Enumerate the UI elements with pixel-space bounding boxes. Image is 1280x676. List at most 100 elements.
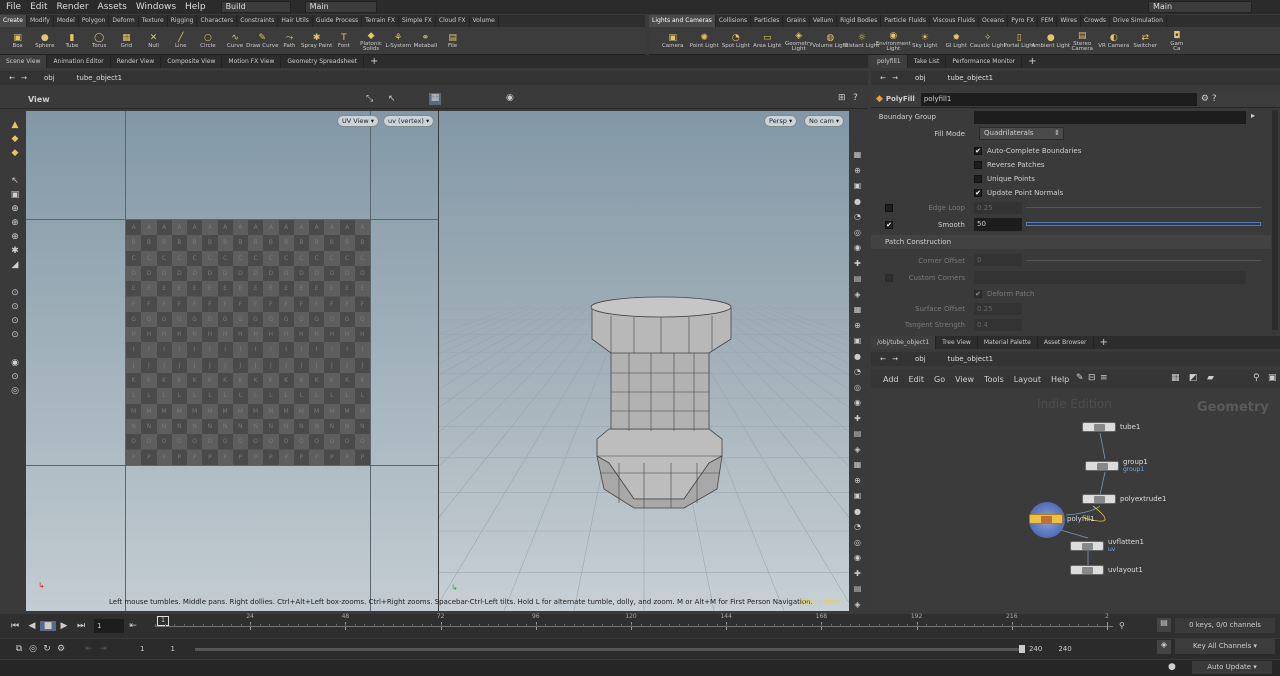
shelf-right-tab-2[interactable]: Particles — [751, 15, 784, 27]
keyframe-step-icon[interactable]: ⇤ — [126, 621, 140, 631]
viewport-tool-11-icon[interactable] — [8, 273, 22, 286]
corner-offset-slider[interactable] — [1026, 260, 1261, 261]
display-option-27-icon[interactable]: ✚ — [851, 567, 865, 583]
network-menu-view[interactable]: View — [955, 375, 974, 384]
shelf-right-tab-3[interactable]: Grains — [783, 15, 810, 27]
range-start-2[interactable]: 1 — [170, 645, 174, 653]
viewport-tool-1-icon[interactable]: ◆ — [8, 133, 22, 146]
spot-light-tool-button[interactable]: ◔ Spot Light — [720, 31, 752, 50]
tab-material-palette[interactable]: Material Palette — [978, 336, 1038, 349]
display-option-16-icon[interactable]: ◉ — [851, 396, 865, 412]
node-uvlayout1[interactable]: uvlayout1 — [1070, 565, 1143, 575]
shelf-right-tab-13[interactable]: Drive Simulation — [1110, 15, 1167, 27]
viewport-tool-10-icon[interactable]: ◢ — [8, 259, 22, 272]
viewport-tool-7-icon[interactable]: ⊕ — [8, 217, 22, 230]
display-option-1-icon[interactable]: ⊕ — [851, 164, 865, 180]
shelf-left-tab-11[interactable]: Terrain FX — [362, 15, 399, 27]
menu-windows[interactable]: Windows — [136, 0, 176, 14]
viewport-tool-8-icon[interactable]: ⊕ — [8, 231, 22, 244]
toggle-1-checkbox[interactable] — [974, 161, 982, 169]
deform-patch-toggle[interactable]: ✔ — [974, 290, 982, 298]
shelf-left-tab-4[interactable]: Deform — [109, 15, 139, 27]
grid-toggle-icon[interactable]: ▦ — [429, 93, 441, 105]
key-search-icon[interactable]: ⚲ — [1119, 621, 1125, 630]
viewport-tool-2-icon[interactable]: ◆ — [8, 147, 22, 160]
draw-curve-tool-button[interactable]: ✎ Draw Curve — [246, 31, 278, 50]
viewport-tool-14-icon[interactable]: ⊙ — [8, 315, 22, 328]
shelf-left-tab-9[interactable]: Hair Utils — [278, 15, 313, 27]
desktop-dropdown[interactable]: Build — [220, 1, 291, 13]
smooth-field[interactable]: 50 — [974, 218, 1022, 231]
file-tool-button[interactable]: ▤ File — [439, 31, 466, 50]
environment-light-tool-button[interactable]: ◉ Environment Light — [876, 29, 911, 53]
add-tab-icon[interactable]: + — [1094, 336, 1114, 349]
circle-tool-button[interactable]: ○ Circle — [194, 31, 221, 50]
range-start[interactable]: 1 — [140, 645, 144, 653]
display-option-17-icon[interactable]: ✚ — [851, 412, 865, 428]
spray-paint-tool-button[interactable]: ✱ Spray Paint — [301, 31, 332, 50]
grid-tool-button[interactable]: ▦ Grid — [113, 31, 140, 50]
layout-icon[interactable]: ▣ — [1268, 373, 1277, 383]
add-tab-icon[interactable]: + — [1022, 55, 1042, 68]
platonic-tool-button[interactable]: ◆ Platonic Solids — [357, 29, 384, 53]
jump-start-icon[interactable]: ⏮ — [6, 621, 24, 631]
shelf-right-tab-12[interactable]: Crowds — [1081, 15, 1111, 27]
toggle-2-checkbox[interactable] — [974, 175, 982, 183]
display-option-4-icon[interactable]: ◔ — [851, 210, 865, 226]
shelf-right-tab-4[interactable]: Vellum — [810, 15, 838, 27]
wrench-icon[interactable]: ✎ — [1076, 373, 1084, 383]
display-option-0-icon[interactable]: ▦ — [851, 148, 865, 164]
tab-performance-monitor[interactable]: Performance Monitor — [946, 55, 1023, 68]
switcher-tool-button[interactable]: ⇄ Switcher — [1130, 31, 1162, 50]
display-option-15-icon[interactable]: ◎ — [851, 381, 865, 397]
param-scrollbar[interactable] — [1272, 110, 1278, 330]
network-menu-go[interactable]: Go — [934, 375, 945, 384]
frame-marker[interactable]: 1 — [157, 616, 169, 626]
shelf-right-tab-5[interactable]: Rigid Bodies — [837, 15, 882, 27]
viewport-tool-4-icon[interactable]: ↖ — [8, 175, 22, 188]
viewport-tool-9-icon[interactable]: ✱ — [8, 245, 22, 258]
display-option-26-icon[interactable]: ◉ — [851, 551, 865, 567]
node-tube1-tile[interactable] — [1082, 422, 1116, 432]
patch-construction-header[interactable]: Patch Construction — [871, 235, 1271, 249]
menu-edit[interactable]: Edit — [30, 0, 47, 14]
shelf-left-tab-8[interactable]: Constraints — [237, 15, 279, 27]
display-option-7-icon[interactable]: ✚ — [851, 257, 865, 273]
shelf-left-tab-6[interactable]: Rigging — [168, 15, 198, 27]
fill-mode-dropdown[interactable]: Quadrilaterals ⇕ — [979, 127, 1064, 140]
volume-light-tool-button[interactable]: ◍ Volume Light — [812, 31, 848, 50]
back-arrow-icon[interactable]: ← — [877, 74, 889, 82]
shelf-right-tab-0[interactable]: Lights and Cameras — [649, 15, 716, 27]
display-option-6-icon[interactable]: ◉ — [851, 241, 865, 257]
metaball-tool-button[interactable]: ⚭ Metaball — [412, 31, 439, 50]
tab-tree-view[interactable]: Tree View — [936, 336, 978, 349]
shelf-left-tab-5[interactable]: Texture — [139, 15, 168, 27]
tangent-strength-field[interactable]: 0.4 — [974, 319, 1022, 331]
camera-pin-icon[interactable]: ⊞ — [838, 93, 846, 103]
shelf-right-tab-7[interactable]: Viscous Fluids — [930, 15, 979, 27]
shelf-right-tab-11[interactable]: Wires — [1057, 15, 1081, 27]
stop-icon[interactable]: ■ — [40, 621, 56, 631]
path-tube-object[interactable]: tube_object1 — [77, 74, 122, 82]
context-dropdown[interactable]: Main — [304, 1, 377, 13]
help-icon[interactable]: ? — [853, 93, 858, 103]
forward-arrow-icon[interactable]: → — [889, 74, 901, 82]
curve-tool-button[interactable]: ∿ Curve — [222, 31, 249, 50]
menu-render[interactable]: Render — [57, 0, 89, 14]
ambient-light-tool-button[interactable]: ● Ambient Light — [1031, 31, 1070, 50]
node-uvflatten1-tile[interactable] — [1070, 540, 1104, 551]
render-icon[interactable]: ◉ — [506, 93, 514, 103]
tube-tool-button[interactable]: ▮ Tube — [58, 31, 85, 50]
gear-icon[interactable]: ⚙ — [1201, 94, 1209, 104]
uv-attribute-dropdown[interactable]: uv (vertex) ▾ — [383, 115, 435, 127]
tab-scene-view[interactable]: Scene View — [0, 55, 48, 68]
viewport-tool-13-icon[interactable]: ⊙ — [8, 301, 22, 314]
display-option-14-icon[interactable]: ◔ — [851, 365, 865, 381]
tab-polyfill1[interactable]: polyfill1 — [871, 55, 908, 68]
stereo-camera-tool-button[interactable]: ▤ Stereo Camera — [1067, 29, 1099, 53]
tab-render-view[interactable]: Render View — [111, 55, 162, 68]
select-mode-icon[interactable]: ↖ — [388, 94, 396, 104]
path-obj[interactable]: obj — [44, 74, 55, 82]
edge-loop-field[interactable]: 0.25 — [974, 202, 1022, 214]
shelf-left-tab-7[interactable]: Characters — [197, 15, 238, 27]
